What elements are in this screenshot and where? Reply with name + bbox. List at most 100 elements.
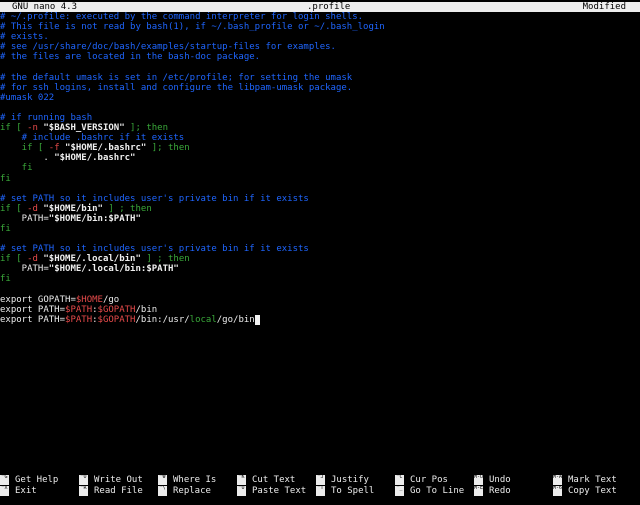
editor-line[interactable]: . "$HOME/.bashrc" <box>0 153 640 163</box>
editor-line[interactable]: PATH="$HOME/bin:$PATH" <box>0 214 640 224</box>
editor-line[interactable]: fi <box>0 274 640 284</box>
shortcut-key: ^C <box>395 475 404 485</box>
editor-line[interactable]: export PATH=$PATH:$GOPATH/bin:/usr/local… <box>0 314 640 325</box>
shortcut-label: Copy Text <box>568 486 617 496</box>
code-token: PATH= <box>0 213 49 224</box>
shortcut-label: Redo <box>489 486 511 496</box>
shortcut-key: ^K <box>237 475 246 485</box>
code-token: # if running bash <box>0 112 93 123</box>
code-token: . <box>0 153 55 164</box>
code-token: -d <box>27 203 44 214</box>
code-token: /bin <box>135 304 158 315</box>
editor-line[interactable]: # the default umask is set in /etc/profi… <box>0 73 640 83</box>
shortcut-where-is[interactable]: ^W Where Is <box>158 475 216 486</box>
shortcut-label: Get Help <box>15 475 59 485</box>
editor-line[interactable]: # the files are located in the bash-doc … <box>0 52 640 62</box>
editor-line[interactable] <box>0 62 640 72</box>
editor-line[interactable]: if [ -f "$HOME/.bashrc" ]; then <box>0 143 640 153</box>
editor-line[interactable]: # include .bashrc if it exists <box>0 133 640 143</box>
editor-line[interactable]: fi <box>0 224 640 234</box>
shortcut-justify[interactable]: ^J Justify <box>316 475 369 486</box>
editor-line[interactable]: # ~/.profile: executed by the command in… <box>0 12 640 22</box>
shortcut-paste-text[interactable]: ^U Paste Text <box>237 486 306 497</box>
code-token: export GOPATH= <box>0 294 76 305</box>
editor-line[interactable]: fi <box>0 174 640 184</box>
editor-line[interactable]: # This file is not read by bash(1), if ~… <box>0 22 640 32</box>
editor-line[interactable] <box>0 234 640 244</box>
editor-line[interactable]: # if running bash <box>0 113 640 123</box>
shortcut-label: Exit <box>15 486 37 496</box>
shortcut-key: ^_ <box>395 486 404 496</box>
code-token: "$HOME/.local/bin" <box>43 254 141 265</box>
editor-line[interactable]: # set PATH so it includes user's private… <box>0 194 640 204</box>
editor-line[interactable]: #umask 022 <box>0 93 640 103</box>
code-token: # include .bashrc if it exists <box>0 133 185 144</box>
code-token: "$HOME/bin" <box>43 203 103 214</box>
shortcut-key: ^J <box>316 475 325 485</box>
code-token: ] ; then <box>102 203 152 214</box>
shortcut-to-spell[interactable]: ^T To Spell <box>316 486 374 497</box>
shortcut-cut-text[interactable]: ^K Cut Text <box>237 475 295 486</box>
text-cursor <box>254 314 260 325</box>
shortcut-redo[interactable]: M-E Redo <box>474 486 511 497</box>
editor-line[interactable]: export GOPATH=$HOME/go <box>0 295 640 305</box>
shortcut-key: ^\ <box>158 486 167 496</box>
shortcut-get-help[interactable]: ^G Get Help <box>0 475 58 486</box>
code-token: /go/bin <box>216 314 255 325</box>
shortcut-read-file[interactable]: ^R Read File <box>79 486 143 497</box>
code-token: # ~/.profile: executed by the command in… <box>0 12 364 22</box>
shortcut-mark-text[interactable]: M-A Mark Text <box>553 475 617 486</box>
code-token: # This file is not read by bash(1), if ~… <box>0 22 385 33</box>
code-token: fi <box>0 163 33 174</box>
shortcut-exit[interactable]: ^X Exit <box>0 486 37 497</box>
editor-line[interactable]: if [ -d "$HOME/bin" ] ; then <box>0 204 640 214</box>
code-token: $GOPATH <box>97 314 136 325</box>
shortcut-label: To Spell <box>331 486 375 496</box>
shortcut-label: Paste Text <box>252 486 307 496</box>
code-token: -f <box>48 143 66 154</box>
shortcut-cur-pos[interactable]: ^C Cur Pos <box>395 475 448 486</box>
code-token: if [ <box>0 143 49 154</box>
code-token: $PATH <box>65 314 93 325</box>
code-token: -n <box>27 123 44 134</box>
editor-line[interactable]: # see /usr/share/doc/bash/examples/start… <box>0 42 640 52</box>
shortcut-label: Go To Line <box>410 486 465 496</box>
shortcut-undo[interactable]: M-U Undo <box>474 475 511 486</box>
shortcut-label: Undo <box>489 475 511 485</box>
editor-line[interactable]: PATH="$HOME/.local/bin:$PATH" <box>0 264 640 274</box>
shortcut-copy-text[interactable]: M-6 Copy Text <box>553 486 617 497</box>
shortcut-key: M-U <box>474 475 483 485</box>
code-token: if [ <box>0 123 28 134</box>
editor-line[interactable] <box>0 184 640 194</box>
editor-line[interactable]: fi <box>0 163 640 173</box>
code-token: # see /usr/share/doc/bash/examples/start… <box>0 42 336 53</box>
editor-line[interactable]: if [ -d "$HOME/.local/bin" ] ; then <box>0 254 640 264</box>
shortcut-key: ^X <box>0 486 9 496</box>
editor-line[interactable]: # set PATH so it includes user's private… <box>0 244 640 254</box>
code-token: $GOPATH <box>97 304 136 315</box>
shortcut-go-to-line[interactable]: ^_ Go To Line <box>395 486 464 497</box>
shortcut-label: Replace <box>173 486 211 496</box>
code-token: # set PATH so it includes user's private… <box>0 193 309 204</box>
shortcut-key: ^R <box>79 486 88 496</box>
editor-line[interactable] <box>0 285 640 295</box>
code-token: $HOME <box>75 294 103 305</box>
editor-line[interactable]: # for ssh logins, install and configure … <box>0 83 640 93</box>
editor-line[interactable] <box>0 103 640 113</box>
code-token: # the files are located in the bash-doc … <box>0 52 261 63</box>
editor-area[interactable]: # ~/.profile: executed by the command in… <box>0 12 640 325</box>
shortcut-write-out[interactable]: ^O Write Out <box>79 475 143 486</box>
code-token: export PATH= <box>0 304 66 315</box>
editor-line[interactable]: # exists. <box>0 32 640 42</box>
code-token: "$HOME/bin:$PATH" <box>48 213 141 224</box>
shortcut-label: Cur Pos <box>410 475 448 485</box>
code-token: PATH= <box>0 264 49 275</box>
code-token: fi <box>0 274 11 285</box>
editor-line[interactable]: export PATH=$PATH:$GOPATH/bin <box>0 305 640 315</box>
editor-line[interactable]: if [ -n "$BASH_VERSION" ]; then <box>0 123 640 133</box>
file-name: .profile <box>307 2 351 12</box>
shortcut-key: ^O <box>79 475 88 485</box>
shortcut-replace[interactable]: ^\ Replace <box>158 486 211 497</box>
code-token: export PATH= <box>0 314 66 325</box>
shortcut-key: M-E <box>474 486 483 496</box>
